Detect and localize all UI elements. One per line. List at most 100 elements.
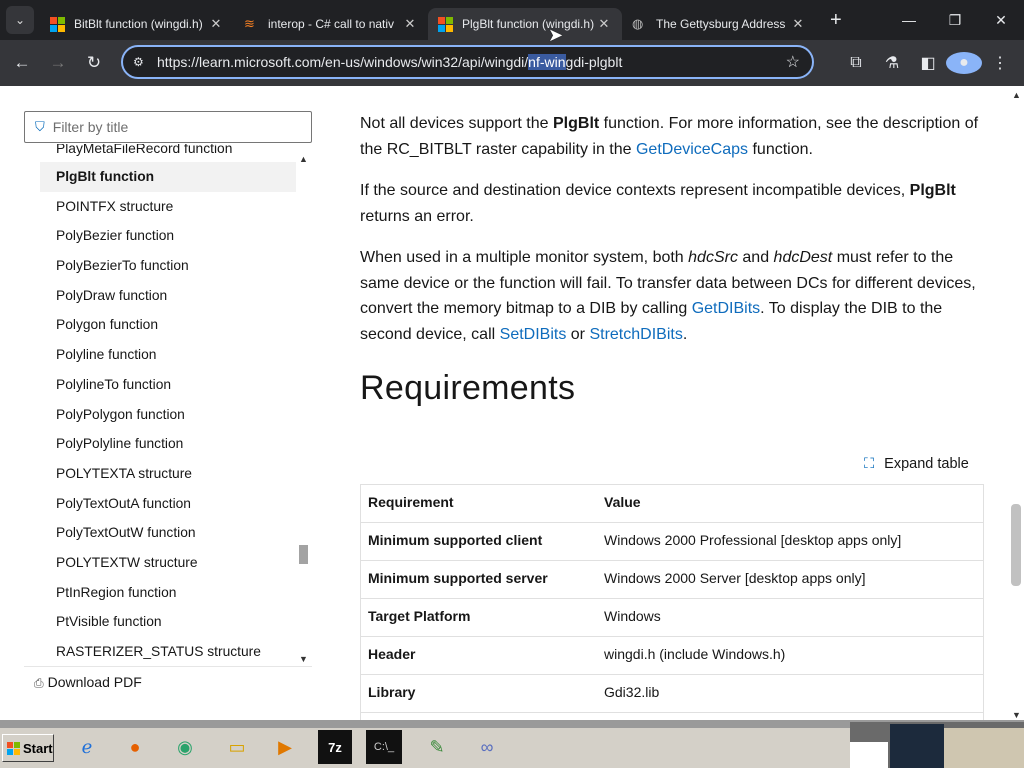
scroll-down-icon[interactable]: ▼ — [1012, 710, 1021, 720]
toc-item[interactable]: PtVisible function — [40, 607, 296, 637]
ie-icon[interactable]: ℯ — [68, 730, 106, 764]
tab-title: BitBlt function (wingdi.h) — [74, 17, 203, 31]
column-header: Value — [596, 484, 984, 523]
toolbar-right: ⧉ ⚗ ◧ ● ⋮ — [838, 40, 1018, 86]
close-icon[interactable]: ✕ — [790, 16, 806, 32]
table-row: Minimum supported server Windows 2000 Ser… — [360, 560, 984, 599]
toc-item[interactable]: PtInRegion function — [40, 578, 296, 608]
tab-plgblt[interactable]: PlgBlt function (wingdi.h) ✕ — [428, 8, 622, 40]
toc-item[interactable]: PolyDraw function — [40, 281, 296, 311]
close-window-icon[interactable]: ✕ — [978, 0, 1024, 40]
scrollbar-thumb[interactable] — [299, 545, 308, 564]
toc-item[interactable]: Polygon function — [40, 310, 296, 340]
back-icon[interactable]: ← — [4, 53, 40, 73]
folder-icon[interactable]: ▭ — [218, 730, 256, 764]
toc-item[interactable]: PolyBezierTo function — [40, 251, 296, 281]
close-icon[interactable]: ✕ — [402, 16, 418, 32]
labs-icon[interactable]: ⚗ — [874, 53, 910, 73]
section-heading: Requirements — [360, 369, 576, 407]
side-panel-icon[interactable]: ◧ — [910, 53, 946, 73]
toc-item[interactable]: PolyTextOutA function — [40, 489, 296, 519]
requirement-cell: Minimum supported server — [360, 560, 596, 599]
requirement-cell: Minimum supported client — [360, 522, 596, 561]
table-row: Target Platform Windows — [360, 598, 984, 637]
firefox-icon[interactable]: ● — [116, 730, 154, 764]
expand-icon: ⛶ — [864, 456, 875, 472]
start-button[interactable]: Start — [2, 734, 54, 762]
toc-item[interactable]: POLYTEXTA structure — [40, 459, 296, 489]
link-setdibits[interactable]: SetDIBits — [500, 326, 567, 343]
page-content: ⛉ Filter by title PlayMetaFileRecord fun… — [0, 86, 1024, 720]
bookmark-star-icon[interactable]: ☆ — [786, 52, 800, 72]
scroll-up-icon[interactable]: ▲ — [1012, 90, 1021, 100]
visual-studio-icon[interactable]: ∞ — [468, 730, 506, 764]
table-of-contents: PlayMetaFileRecord function PlgBlt funct… — [40, 144, 296, 664]
toc-item[interactable]: RASTERIZER_STATUS structure — [40, 637, 296, 664]
page-scrollbar[interactable]: ▲ ▼ — [1008, 86, 1024, 720]
tab-title: PlgBlt function (wingdi.h) — [462, 17, 595, 31]
toc-item[interactable]: PolyPolyline function — [40, 429, 296, 459]
toc-item[interactable]: Polyline function — [40, 340, 296, 370]
reload-icon[interactable]: ↻ — [76, 53, 112, 73]
menu-icon[interactable]: ⋮ — [982, 53, 1018, 73]
tab-title: interop - C# call to nativ — [268, 17, 395, 31]
toc-item[interactable]: PolylineTo function — [40, 370, 296, 400]
toc-item[interactable]: PolyBezier function — [40, 221, 296, 251]
tab-bitblt[interactable]: BitBlt function (wingdi.h) ✕ — [40, 8, 234, 40]
table-row: Header wingdi.h (include Windows.h) — [360, 636, 984, 675]
paragraph: If the source and destination device con… — [360, 182, 956, 225]
filter-input[interactable]: ⛉ Filter by title — [24, 111, 312, 143]
toc-item[interactable]: PolyTextOutW function — [40, 518, 296, 548]
cmd-icon[interactable]: C:\_ — [366, 730, 402, 764]
close-icon[interactable]: ✕ — [208, 16, 224, 32]
toc-scrollbar[interactable]: ▲ ▼ — [296, 152, 312, 664]
new-tab-button[interactable]: + — [830, 9, 850, 32]
download-pdf-link[interactable]: ⎙ Download PDF — [34, 674, 142, 691]
requirements-table: Requirement Value Minimum supported clien… — [360, 484, 984, 713]
column-header: Requirement — [360, 484, 596, 523]
toc-item[interactable]: PlayMetaFileRecord function — [40, 144, 296, 162]
windows-logo-icon — [7, 741, 20, 755]
site-info-icon[interactable]: ⚙ — [133, 55, 157, 69]
scrollbar-thumb[interactable] — [1011, 504, 1021, 586]
globe-icon: ◍ — [632, 16, 644, 31]
chrome-icon[interactable]: ◉ — [166, 730, 204, 764]
url-text[interactable]: https://learn.microsoft.com/en-us/window… — [157, 54, 622, 70]
extensions-icon[interactable]: ⧉ — [838, 54, 874, 72]
link-getdibits[interactable]: GetDIBits — [692, 300, 760, 317]
tab-gettysburg[interactable]: ◍ The Gettysburg Address ✕ — [622, 8, 816, 40]
microsoft-icon — [438, 17, 453, 32]
forward-icon[interactable]: → — [40, 53, 76, 73]
toc-item-current[interactable]: PlgBlt function — [40, 162, 296, 192]
table-header-row: Requirement Value — [360, 484, 984, 523]
toc-item[interactable]: POINTFX structure — [40, 192, 296, 222]
tab-interop[interactable]: ≋ interop - C# call to nativ ✕ — [234, 8, 428, 40]
7zip-icon[interactable]: 7z — [318, 730, 352, 764]
requirement-cell: Library — [360, 674, 596, 713]
media-player-icon[interactable]: ▶ — [266, 730, 304, 764]
toc-item[interactable]: PolyPolygon function — [40, 400, 296, 430]
requirement-cell: Header — [360, 636, 596, 675]
chevron-down-icon: ⌄ — [14, 13, 26, 27]
link-getdevicecaps[interactable]: GetDeviceCaps — [636, 141, 748, 158]
notepad-icon[interactable]: ✎ — [418, 730, 456, 764]
browser-toolbar: ← → ↻ ⚙ https://learn.microsoft.com/en-u… — [0, 40, 1024, 86]
profile-icon[interactable]: ● — [946, 52, 982, 74]
restore-icon[interactable]: ❐ — [932, 0, 978, 40]
table-row: Library Gdi32.lib — [360, 674, 984, 713]
value-cell: Windows 2000 Server [desktop apps only] — [596, 560, 984, 599]
divider — [24, 666, 312, 667]
expand-table-button[interactable]: ⛶ Expand table — [864, 452, 969, 478]
close-icon[interactable]: ✕ — [596, 16, 612, 32]
download-icon: ⎙ — [34, 676, 44, 690]
value-cell: Windows — [596, 598, 984, 637]
microsoft-icon — [50, 17, 65, 32]
tab-search-button[interactable]: ⌄ — [6, 6, 34, 34]
scroll-down-icon[interactable]: ▼ — [299, 654, 308, 664]
minimize-icon[interactable]: — — [886, 0, 932, 40]
address-bar[interactable]: ⚙ https://learn.microsoft.com/en-us/wind… — [121, 45, 814, 79]
scroll-up-icon[interactable]: ▲ — [299, 154, 308, 164]
link-stretchdibits[interactable]: StretchDIBits — [589, 326, 682, 343]
toc-item[interactable]: POLYTEXTW structure — [40, 548, 296, 578]
paragraph: When used in a multiple monitor system, … — [360, 249, 976, 343]
